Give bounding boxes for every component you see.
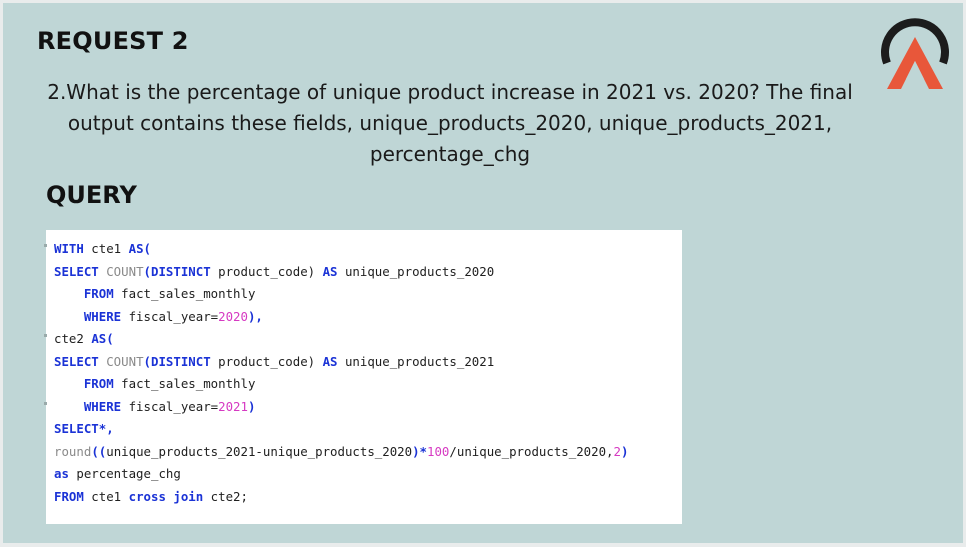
code-token: COUNT	[98, 353, 144, 369]
code-token: cross join	[128, 488, 204, 504]
code-token: )	[247, 398, 256, 414]
code-token: fact_sales_monthly	[113, 376, 256, 391]
code-token: cte2;	[203, 488, 248, 504]
code-token: )*	[412, 443, 428, 459]
code-token: fiscal_year=	[121, 308, 219, 324]
code-token: )	[621, 443, 629, 459]
code-token: WHERE	[54, 308, 122, 324]
code-token: as	[54, 466, 69, 481]
sql-code: WITH cte1 AS( SELECT COUNT(DISTINCT prod…	[54, 238, 628, 508]
code-token: product_code)	[210, 263, 323, 279]
code-token: cte1	[83, 488, 129, 504]
code-token: ((	[91, 443, 107, 459]
code-token: cte1	[83, 241, 129, 256]
triangle-a-logo-icon	[881, 18, 949, 89]
query-heading: QUERY	[46, 181, 137, 209]
code-token: SELECT	[54, 353, 99, 369]
code-token: (DISTINCT	[143, 353, 211, 369]
code-token: 2021	[218, 398, 248, 414]
code-token: AS	[322, 353, 338, 369]
code-token: 2	[613, 443, 621, 459]
code-token: SELECT*,	[54, 421, 114, 436]
code-token: COUNT	[98, 263, 144, 279]
code-token: round	[54, 443, 92, 459]
code-token: percentage_chg	[68, 466, 181, 481]
code-token: fiscal_year=	[121, 398, 219, 414]
code-token: 2020	[218, 308, 248, 324]
code-token: ),	[247, 308, 263, 324]
code-token: 100	[427, 443, 450, 459]
code-token: FROM	[54, 488, 84, 504]
slide: REQUEST 2 2.What is the percentage of un…	[3, 3, 963, 543]
code-token: FROM	[54, 286, 114, 301]
code-token: /unique_products_2020,	[449, 443, 614, 459]
fold-marker	[44, 244, 47, 247]
code-token: AS	[322, 263, 338, 279]
code-token: (DISTINCT	[143, 263, 211, 279]
code-token: unique_products_2021-unique_products_202…	[106, 443, 413, 459]
fold-marker	[44, 334, 47, 337]
code-token: product_code)	[210, 353, 323, 369]
request-title: REQUEST 2	[37, 27, 189, 55]
code-token: AS(	[128, 241, 151, 256]
code-token: AS(	[91, 331, 114, 346]
code-token: WITH	[54, 241, 84, 256]
code-token: fact_sales_monthly	[113, 286, 256, 301]
sql-code-block: WITH cte1 AS( SELECT COUNT(DISTINCT prod…	[44, 230, 682, 524]
question-text: 2.What is the percentage of unique produ…	[47, 80, 853, 166]
code-token: unique_products_2021	[337, 353, 495, 369]
code-token: FROM	[54, 376, 114, 391]
fold-marker	[44, 402, 47, 405]
code-token: unique_products_2020	[337, 263, 495, 279]
code-token: SELECT	[54, 263, 99, 279]
code-token: cte2	[54, 331, 92, 346]
code-token: WHERE	[54, 398, 122, 414]
